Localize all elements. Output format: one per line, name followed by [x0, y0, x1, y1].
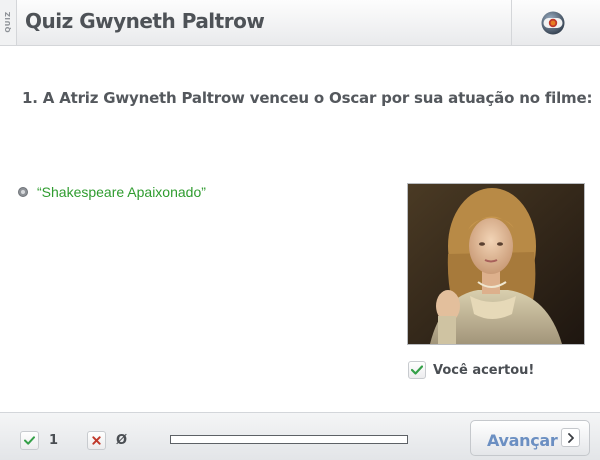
actress-photo [407, 183, 585, 345]
header-bar: QUIZ Quiz Gwyneth Paltrow [0, 0, 600, 46]
next-button[interactable]: Avançar [470, 420, 590, 456]
answer-option[interactable]: “Shakespeare Apaixonado” [18, 184, 206, 200]
globo-logo-icon [541, 11, 565, 35]
radio-button[interactable] [18, 187, 28, 197]
feedback-text: Você acertou! [433, 362, 535, 378]
answer-label: “Shakespeare Apaixonado” [37, 184, 206, 200]
wrong-count: Ø [116, 433, 128, 448]
result-feedback: Você acertou! [408, 361, 534, 379]
check-icon [408, 361, 426, 379]
wrong-counter: Ø [87, 431, 127, 450]
x-icon [87, 431, 106, 450]
question-text: 1. A Atriz Gwyneth Paltrow venceu o Osca… [22, 89, 593, 107]
quiz-side-tag: QUIZ [0, 0, 17, 45]
photo-illustration [408, 184, 584, 344]
correct-counter: 1 [20, 431, 58, 450]
next-button-label: Avançar [487, 431, 558, 450]
progress-bar [170, 435, 408, 444]
check-icon [20, 431, 39, 450]
header-divider [511, 0, 512, 45]
chevron-right-icon [561, 428, 580, 447]
correct-count: 1 [49, 433, 59, 448]
side-tag-label: QUIZ [4, 11, 12, 33]
page-title: Quiz Gwyneth Paltrow [25, 9, 265, 33]
